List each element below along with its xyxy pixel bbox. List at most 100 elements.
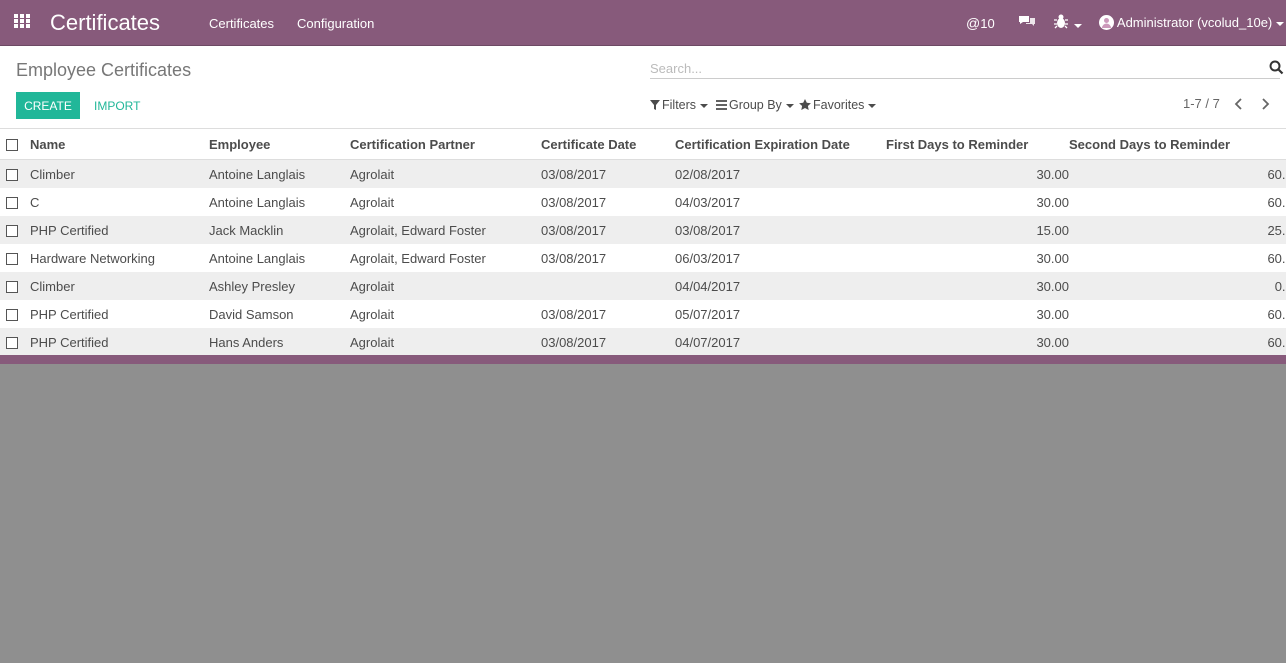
import-button[interactable]: IMPORT [86,92,149,119]
table-row[interactable]: PHP Certified Hans Anders Agrolait 03/08… [0,328,1286,355]
cell-certificate-date: 03/08/2017 [541,166,607,182]
cell-certificate-date: 03/08/2017 [541,194,607,210]
cell-first-reminder: 30.00 [1036,194,1069,210]
cell-expiration-date: 05/07/2017 [675,306,741,322]
mentions-indicator[interactable]: @10 [966,15,995,31]
cell-expiration-date: 06/03/2017 [675,250,741,266]
search-input[interactable] [650,58,1280,79]
table-row[interactable]: Climber Ashley Presley Agrolait 04/04/20… [0,272,1286,300]
cell-partner: Agrolait, Edward Foster [350,222,486,238]
column-header-second-reminder[interactable]: Second Days to Reminder [1069,128,1286,160]
cell-expiration-date: 03/08/2017 [675,222,741,238]
cell-partner: Agrolait, Edward Foster [350,250,486,266]
row-checkbox[interactable] [6,225,18,238]
cell-name: Hardware Networking [30,250,155,266]
favorites-dropdown[interactable]: Favorites [799,98,877,112]
cell-expiration-date: 04/03/2017 [675,194,741,210]
cell-first-reminder: 15.00 [1036,222,1069,238]
cell-partner: Agrolait [350,278,395,294]
cell-name: PHP Certified [30,222,109,238]
cell-first-reminder: 30.00 [1036,166,1069,182]
control-panel: Employee Certificates CREATE IMPORT Filt… [0,46,1286,128]
cell-partner: Agrolait [350,166,395,182]
user-name: Administrator (vcolud_10e) [1116,15,1273,30]
menu-configuration[interactable]: Configuration [297,16,374,31]
cell-employee: Antoine Langlais [209,250,306,266]
cell-second-reminder: 60.00 [1267,166,1286,182]
cell-first-reminder: 30.00 [1036,278,1069,294]
groupby-dropdown[interactable]: Group By [716,98,794,112]
cell-second-reminder: 25.00 [1267,222,1286,238]
pager-value[interactable]: 1-7 / 7 [1183,96,1220,111]
cell-employee: David Samson [209,306,294,322]
cell-expiration-date: 04/04/2017 [675,278,741,294]
menu-certificates[interactable]: Certificates [209,16,274,31]
favorites-label: Favorites [813,98,865,112]
avatar [1099,15,1114,30]
app-title: Certificates [50,10,161,35]
filters-dropdown[interactable]: Filters [650,98,709,112]
column-header-name[interactable]: Name [30,128,209,160]
select-all-checkbox[interactable] [6,139,18,152]
cell-name: PHP Certified [30,306,109,322]
cell-name: C [30,194,40,210]
cell-certificate-date: 03/08/2017 [541,306,607,322]
row-checkbox[interactable] [6,337,18,350]
mentions-count: 10 [980,16,995,31]
list-bars-icon [716,100,727,110]
cell-employee: Jack Macklin [209,222,284,238]
apps-grid-icon[interactable] [14,14,32,32]
cell-partner: Agrolait [350,194,395,210]
cell-employee: Hans Anders [209,334,284,350]
cell-name: Climber [30,166,75,182]
debug-bug-icon[interactable] [1054,14,1082,32]
user-menu[interactable]: Administrator (vcolud_10e) [1099,15,1285,30]
column-header-employee[interactable]: Employee [209,128,350,160]
row-checkbox[interactable] [6,253,18,266]
list-footer-bar [0,355,1286,364]
cell-employee: Antoine Langlais [209,194,306,210]
list-view: Name Employee Certification Partner Cert… [0,128,1286,355]
row-checkbox[interactable] [6,309,18,322]
column-header-partner[interactable]: Certification Partner [350,128,541,160]
cell-partner: Agrolait [350,306,395,322]
table-row[interactable]: Hardware Networking Antoine Langlais Agr… [0,244,1286,272]
filter-icon [650,100,660,110]
top-navbar: Certificates Certificates Configuration … [0,0,1286,46]
table-row[interactable]: C Antoine Langlais Agrolait 03/08/2017 0… [0,188,1286,216]
cell-name: PHP Certified [30,334,109,350]
cell-employee: Ashley Presley [209,278,295,294]
table-row[interactable]: Climber Antoine Langlais Agrolait 03/08/… [0,159,1286,188]
chevron-left-icon[interactable] [1232,97,1246,111]
cell-second-reminder: 60.00 [1267,334,1286,350]
cell-partner: Agrolait [350,334,395,350]
cell-second-reminder: 60.00 [1267,194,1286,210]
cell-certificate-date: 03/08/2017 [541,334,607,350]
cell-second-reminder: 60.00 [1267,250,1286,266]
chevron-right-icon[interactable] [1258,97,1272,111]
filters-label: Filters [662,98,697,112]
row-checkbox[interactable] [6,169,18,182]
chat-icon[interactable] [1018,14,1036,32]
table-row[interactable]: PHP Certified Jack Macklin Agrolait, Edw… [0,216,1286,244]
cell-second-reminder: 0.00 [1274,278,1286,294]
cell-name: Climber [30,278,75,294]
create-button[interactable]: CREATE [16,92,80,119]
cell-employee: Antoine Langlais [209,166,306,182]
certificates-table: Name Employee Certification Partner Cert… [0,128,1286,355]
column-header-certificate-date[interactable]: Certificate Date [541,128,675,160]
cell-certificate-date: 03/08/2017 [541,250,607,266]
cell-first-reminder: 30.00 [1036,334,1069,350]
groupby-label: Group By [729,98,782,112]
row-checkbox[interactable] [6,281,18,294]
row-checkbox[interactable] [6,197,18,210]
cell-expiration-date: 04/07/2017 [675,334,741,350]
star-icon [799,99,811,110]
at-icon: @ [966,15,981,31]
column-header-expiration-date[interactable]: Certification Expiration Date [675,128,886,160]
cell-certificate-date: 03/08/2017 [541,222,607,238]
cell-second-reminder: 60.00 [1267,306,1286,322]
search-icon[interactable] [1269,60,1284,75]
column-header-first-reminder[interactable]: First Days to Reminder [886,128,1069,160]
table-row[interactable]: PHP Certified David Samson Agrolait 03/0… [0,300,1286,328]
